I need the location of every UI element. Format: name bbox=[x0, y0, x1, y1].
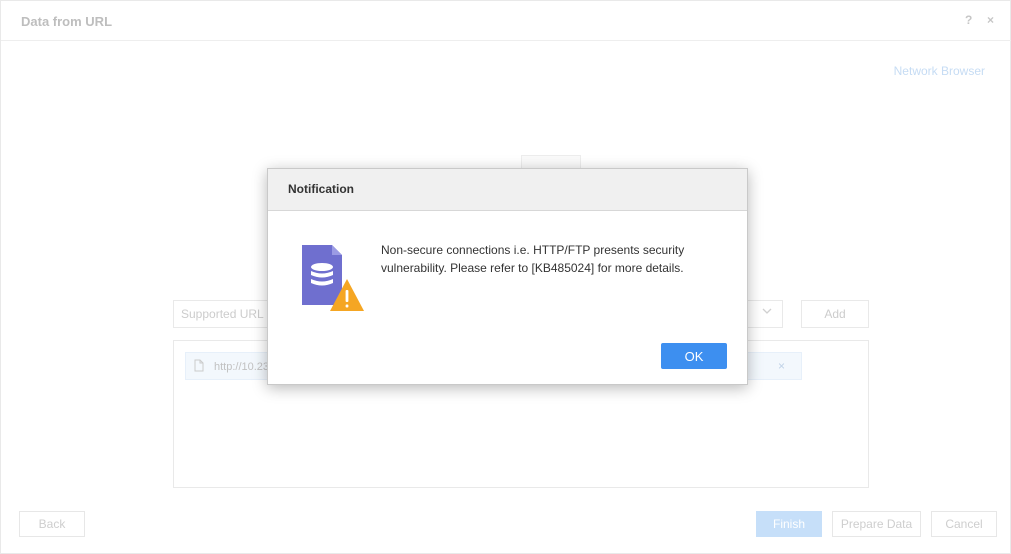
modal-title: Notification bbox=[288, 182, 354, 196]
notification-modal: Notification Non-secure connections i.e.… bbox=[267, 168, 748, 385]
modal-header: Notification bbox=[268, 169, 747, 211]
notification-message: Non-secure connections i.e. HTTP/FTP pre… bbox=[381, 243, 685, 275]
database-warning-icon bbox=[298, 243, 364, 313]
ok-button[interactable]: OK bbox=[661, 343, 727, 369]
